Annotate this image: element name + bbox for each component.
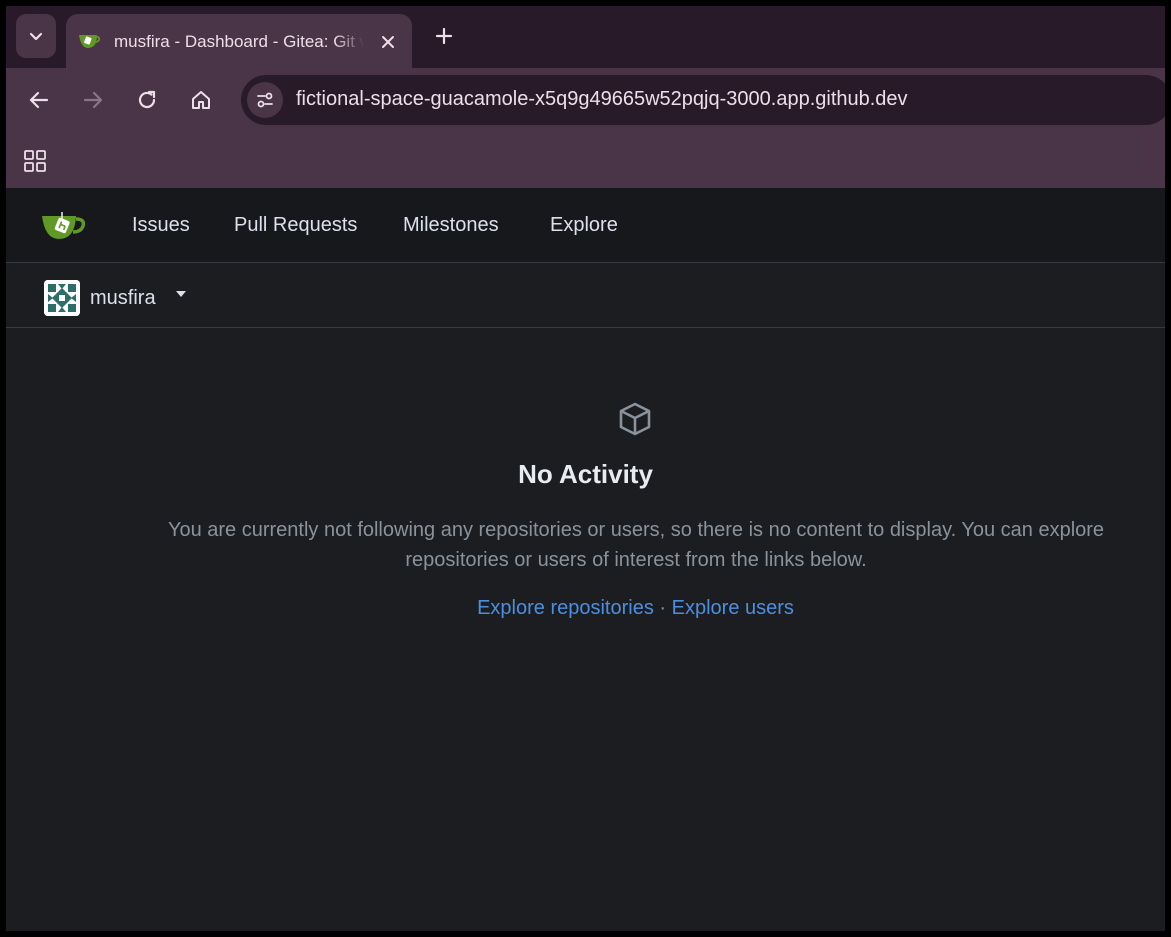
apps-grid-icon[interactable] bbox=[24, 150, 46, 172]
caret-down-icon bbox=[176, 291, 186, 297]
top-navbar: Issues Pull Requests Milestones Explore bbox=[6, 188, 1165, 263]
package-icon bbox=[619, 402, 651, 436]
site-settings-icon bbox=[257, 92, 273, 108]
explore-users-link[interactable]: Explore users bbox=[672, 597, 794, 619]
browser-toolbar: fictional-space-guacamole-x5q9g49665w52p… bbox=[6, 68, 1165, 134]
tab-title: musfira - Dashboard - Gitea: Git with a … bbox=[114, 32, 364, 51]
forward-button[interactable] bbox=[75, 82, 111, 118]
nav-issues[interactable]: Issues bbox=[132, 214, 190, 237]
browser-window: musfira - Dashboard - Gitea: Git with a … bbox=[6, 6, 1165, 931]
reload-button[interactable] bbox=[129, 82, 165, 118]
address-bar[interactable]: fictional-space-guacamole-x5q9g49665w52p… bbox=[241, 75, 1165, 125]
home-button[interactable] bbox=[183, 82, 219, 118]
reload-icon bbox=[138, 90, 156, 109]
empty-state-description: You are currently not following any repo… bbox=[167, 519, 1105, 571]
site-info-button[interactable] bbox=[247, 82, 283, 118]
home-icon bbox=[192, 91, 210, 109]
new-tab-button[interactable] bbox=[430, 22, 458, 50]
nav-pull-requests[interactable]: Pull Requests bbox=[234, 214, 357, 237]
url-text[interactable]: fictional-space-guacamole-x5q9g49665w52p… bbox=[296, 88, 908, 111]
gitea-page: Issues Pull Requests Milestones Explore bbox=[6, 188, 1165, 931]
forward-arrow-icon bbox=[83, 91, 103, 109]
context-username: musfira bbox=[90, 287, 156, 309]
identicon-icon bbox=[44, 280, 80, 316]
dashboard-context-switcher[interactable]: musfira bbox=[6, 263, 1165, 328]
plus-icon bbox=[435, 27, 453, 45]
back-arrow-icon bbox=[29, 91, 49, 109]
explore-repositories-link[interactable]: Explore repositories bbox=[477, 597, 654, 619]
chevron-down-icon bbox=[29, 32, 43, 41]
tab-strip: musfira - Dashboard - Gitea: Git with a … bbox=[6, 6, 1165, 68]
close-icon bbox=[382, 36, 394, 48]
empty-state-links: Explore repositories · Explore users bbox=[6, 597, 1165, 620]
browser-tab[interactable]: musfira - Dashboard - Gitea: Git with a … bbox=[66, 14, 412, 68]
gitea-favicon bbox=[79, 35, 100, 48]
link-separator: · bbox=[659, 597, 667, 619]
nav-milestones[interactable]: Milestones bbox=[403, 214, 499, 237]
tab-search-button[interactable] bbox=[16, 14, 56, 58]
nav-explore[interactable]: Explore bbox=[550, 214, 618, 237]
back-button[interactable] bbox=[21, 82, 57, 118]
avatar bbox=[44, 280, 80, 316]
bookmarks-bar bbox=[6, 134, 1165, 188]
empty-state-title: No Activity bbox=[518, 459, 653, 489]
gitea-logo[interactable] bbox=[40, 210, 86, 242]
tab-close-button[interactable] bbox=[376, 30, 400, 54]
